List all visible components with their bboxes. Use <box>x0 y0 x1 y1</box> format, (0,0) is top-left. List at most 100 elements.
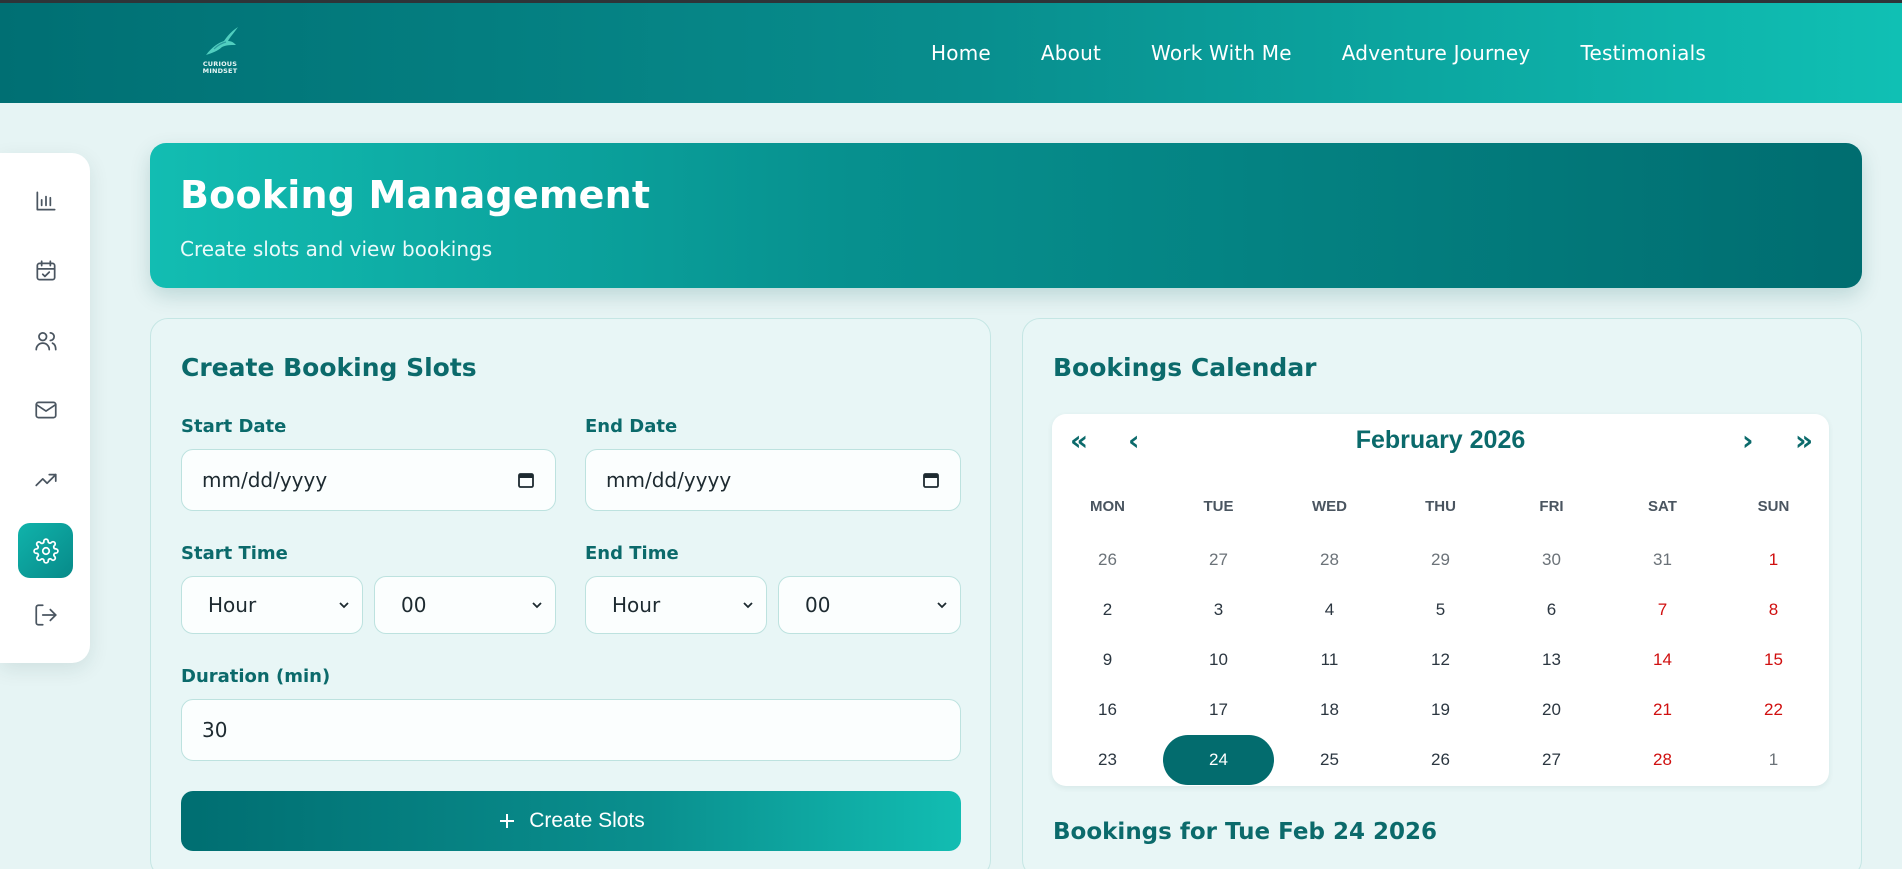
calendar-day[interactable]: 27 <box>1496 735 1607 785</box>
nav-home[interactable]: Home <box>931 41 991 65</box>
next-year-button[interactable]: » <box>1795 424 1813 457</box>
sidebar-item-messages[interactable] <box>18 382 73 437</box>
calendar-day[interactable]: 24 <box>1163 735 1274 785</box>
logout-icon <box>34 603 57 626</box>
calendar-day[interactable]: 2 <box>1052 585 1163 635</box>
calendar-month-label[interactable]: February 2026 <box>1052 426 1829 455</box>
bookings-for-heading: Bookings for Tue Feb 24 2026 <box>1053 819 1438 845</box>
calendar-day[interactable]: 12 <box>1385 635 1496 685</box>
weekday-tue: TUE <box>1203 498 1234 515</box>
gear-icon <box>32 537 59 564</box>
calendar-day[interactable]: 6 <box>1496 585 1607 635</box>
create-slots-card: Create Booking Slots Start Date mm/dd/yy… <box>150 318 991 869</box>
nav-about[interactable]: About <box>1041 41 1101 65</box>
calendar-day[interactable]: 13 <box>1496 635 1607 685</box>
start-minute-select[interactable]: 00 <box>374 576 556 634</box>
bookings-calendar-title: Bookings Calendar <box>1053 353 1317 382</box>
end-date-label: End Date <box>585 416 678 437</box>
calendar-day[interactable]: 28 <box>1274 535 1385 585</box>
calendar-day[interactable]: 25 <box>1274 735 1385 785</box>
calendar-day[interactable]: 26 <box>1385 735 1496 785</box>
plus-icon <box>500 814 515 828</box>
calendar-day[interactable]: 23 <box>1052 735 1163 785</box>
top-navbar: CURIOUS MINDSET Home About Work With Me … <box>0 0 1902 103</box>
calendar-day[interactable]: 3 <box>1163 585 1274 635</box>
page-subtitle: Create slots and view bookings <box>180 237 493 261</box>
end-minute-select[interactable]: 00 <box>778 576 961 634</box>
bookings-calendar-card: Bookings Calendar « ‹ February 2026 › » … <box>1022 318 1862 869</box>
duration-label: Duration (min) <box>181 666 331 687</box>
hummingbird-icon <box>206 27 238 55</box>
calendar-day[interactable]: 1 <box>1718 735 1829 785</box>
chevron-down-icon <box>743 602 753 609</box>
calendar-widget: « ‹ February 2026 › » MON TUE WED THU FRI SAT… <box>1052 414 1829 786</box>
calendar-day[interactable]: 9 <box>1052 635 1163 685</box>
end-date-placeholder: mm/dd/yyyy <box>606 468 732 492</box>
calendar-day[interactable]: 1 <box>1718 535 1829 585</box>
weekday-thu: THU <box>1425 498 1456 515</box>
end-hour-value: Hour <box>612 593 661 617</box>
logo-text: CURIOUS MINDSET <box>203 61 238 75</box>
calendar-day[interactable]: 20 <box>1496 685 1607 735</box>
create-slots-button[interactable]: Create Slots <box>181 791 961 851</box>
weekday-fri: FRI <box>1539 498 1564 515</box>
calendar-icon[interactable] <box>922 471 940 489</box>
nav-testimonials[interactable]: Testimonials <box>1580 41 1706 65</box>
page-header: Booking Management Create slots and view… <box>150 143 1862 288</box>
end-minute-value: 00 <box>805 593 831 617</box>
calendar-day[interactable]: 29 <box>1385 535 1496 585</box>
sidebar-item-analytics[interactable] <box>18 173 73 228</box>
nav-work-with-me[interactable]: Work With Me <box>1151 41 1292 65</box>
calendar-day[interactable]: 26 <box>1052 535 1163 585</box>
calendar-day[interactable]: 5 <box>1385 585 1496 635</box>
start-time-label: Start Time <box>181 543 288 564</box>
calendar-day[interactable]: 22 <box>1718 685 1829 735</box>
calendar-day[interactable]: 30 <box>1496 535 1607 585</box>
calendar-day[interactable]: 17 <box>1163 685 1274 735</box>
calendar-day[interactable]: 7 <box>1607 585 1718 635</box>
weekday-sat: SAT <box>1648 498 1677 515</box>
create-slots-label: Create Slots <box>529 809 645 832</box>
chevron-down-icon <box>937 602 947 609</box>
end-date-input[interactable]: mm/dd/yyyy <box>585 449 961 511</box>
calendar-day[interactable]: 10 <box>1163 635 1274 685</box>
page-title: Booking Management <box>180 173 651 217</box>
sidebar-item-settings[interactable] <box>18 523 73 578</box>
sidebar-item-users[interactable] <box>18 313 73 368</box>
bar-chart-icon <box>35 190 56 211</box>
logo-line-2: MINDSET <box>202 67 238 75</box>
nav-adventure-journey[interactable]: Adventure Journey <box>1342 41 1531 65</box>
chevron-down-icon <box>339 602 349 609</box>
sidebar-item-bookings[interactable] <box>18 243 73 298</box>
calendar-day[interactable]: 27 <box>1163 535 1274 585</box>
next-month-button[interactable]: › <box>1742 424 1754 457</box>
calendar-day[interactable]: 28 <box>1607 735 1718 785</box>
calendar-day[interactable]: 21 <box>1607 685 1718 735</box>
start-date-label: Start Date <box>181 416 287 437</box>
logo[interactable]: CURIOUS MINDSET <box>196 25 244 85</box>
create-slots-title: Create Booking Slots <box>181 353 477 382</box>
chevron-down-icon <box>532 602 542 609</box>
sidebar-item-trends[interactable] <box>18 452 73 507</box>
calendar-day[interactable]: 15 <box>1718 635 1829 685</box>
calendar-icon[interactable] <box>517 471 535 489</box>
calendar-day[interactable]: 19 <box>1385 685 1496 735</box>
weekday-sun: SUN <box>1757 498 1790 515</box>
end-hour-select[interactable]: Hour <box>585 576 767 634</box>
calendar-day[interactable]: 16 <box>1052 685 1163 735</box>
calendar-day[interactable]: 8 <box>1718 585 1829 635</box>
start-date-input[interactable]: mm/dd/yyyy <box>181 449 556 511</box>
calendar-day[interactable]: 31 <box>1607 535 1718 585</box>
sidebar-rail <box>0 153 90 663</box>
calendar-day[interactable]: 11 <box>1274 635 1385 685</box>
sidebar-item-logout[interactable] <box>18 587 73 642</box>
end-time-label: End Time <box>585 543 679 564</box>
start-hour-select[interactable]: Hour <box>181 576 363 634</box>
mail-icon <box>34 401 57 418</box>
users-icon <box>34 331 57 351</box>
calendar-check-icon <box>35 259 56 281</box>
duration-input[interactable]: 30 <box>181 699 961 761</box>
calendar-day[interactable]: 18 <box>1274 685 1385 735</box>
calendar-day[interactable]: 14 <box>1607 635 1718 685</box>
calendar-day[interactable]: 4 <box>1274 585 1385 635</box>
